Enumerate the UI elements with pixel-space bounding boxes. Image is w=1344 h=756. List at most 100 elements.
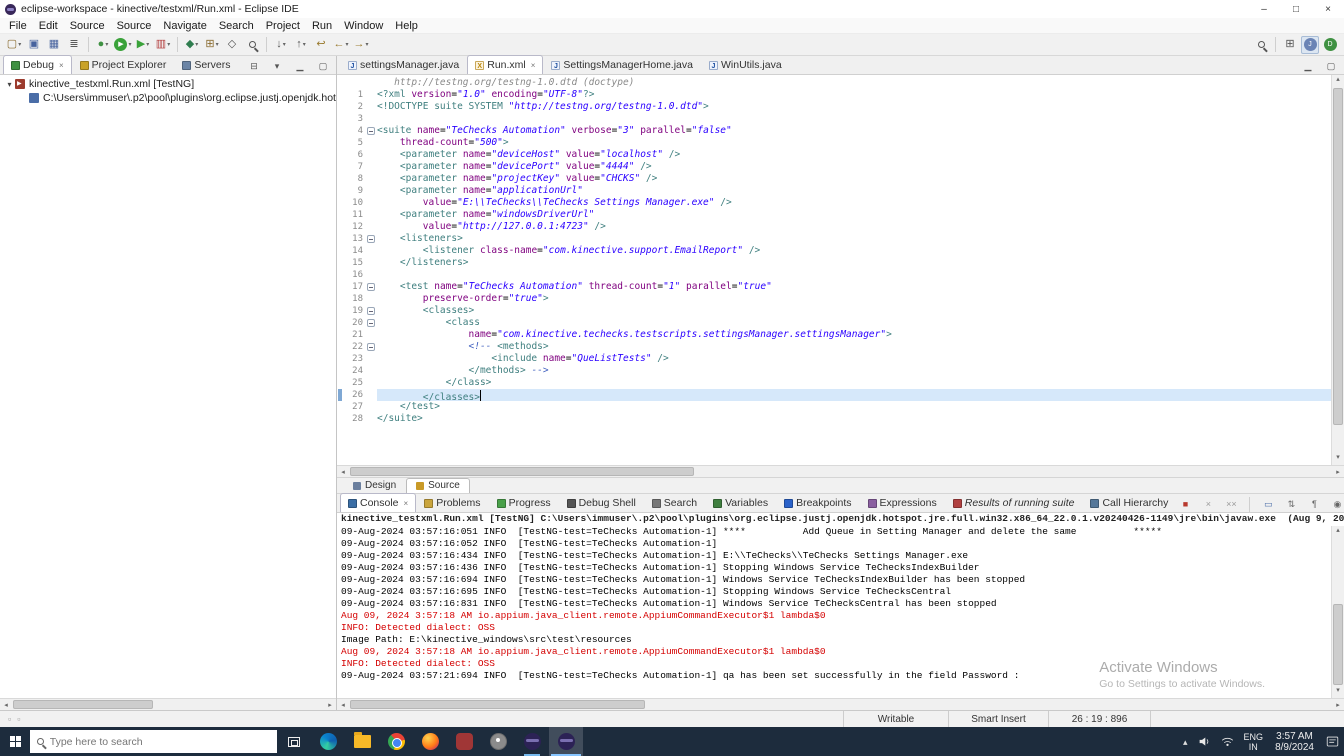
expander-icon[interactable]: ▾: [4, 80, 15, 89]
console-view[interactable]: 09-Aug-2024 03:57:16:051 INFO [TestNG-te…: [337, 526, 1344, 698]
scroll-left-icon[interactable]: ◂: [0, 701, 12, 709]
hidden-icons-button[interactable]: ▴: [1178, 727, 1193, 756]
bottom-tab-call-hierarchy[interactable]: Call Hierarchy: [1082, 493, 1176, 512]
code-line-15[interactable]: 15 </listeners>: [337, 257, 1331, 269]
last-edit-location-button[interactable]: ↩: [312, 36, 330, 54]
page-tab-source[interactable]: Source: [406, 478, 470, 493]
menu-help-9[interactable]: Help: [389, 20, 424, 32]
save-button[interactable]: ▣: [25, 36, 43, 54]
search-toolbar-button[interactable]: [1252, 36, 1270, 54]
new-java-class-button[interactable]: ◆ ▾: [183, 36, 201, 54]
close-tab-icon[interactable]: ×: [404, 499, 409, 508]
menu-navigate-4[interactable]: Navigate: [157, 20, 212, 32]
minimize-view-button[interactable]: ▁: [1300, 58, 1316, 74]
code-line-21[interactable]: 21 name="com.kinective.techecks.testscri…: [337, 329, 1331, 341]
editor-hscrollbar[interactable]: ◂ ▸: [337, 465, 1344, 477]
clock[interactable]: 3:57 AM 8/9/2024: [1268, 727, 1321, 756]
scroll-right-icon[interactable]: ▸: [1332, 468, 1344, 476]
page-tab-design[interactable]: Design: [343, 478, 406, 493]
menu-edit-1[interactable]: Edit: [33, 20, 64, 32]
bottom-tab-expressions[interactable]: Expressions: [860, 493, 945, 512]
view-menu-button[interactable]: ▾: [269, 58, 285, 74]
clear-console-button[interactable]: ▭: [1260, 496, 1276, 512]
code-line-1[interactable]: 1 <?xml version="1.0" encoding="UTF-8"?>: [337, 89, 1331, 101]
external-tools-button[interactable]: ▶ ▾: [134, 36, 152, 54]
network-button[interactable]: [1216, 727, 1239, 756]
code-line-23[interactable]: 23 <include name="QueListTests" />: [337, 353, 1331, 365]
bottom-tab-debug-shell[interactable]: Debug Shell: [559, 493, 644, 512]
firefox-app[interactable]: [413, 727, 447, 756]
eclipse-ide-app[interactable]: [549, 727, 583, 756]
code-line-28[interactable]: 28 </suite>: [337, 413, 1331, 425]
editor-tab-settingsmanagerhome-java[interactable]: J SettingsManagerHome.java: [543, 55, 701, 74]
debug-button[interactable]: ● ▾: [94, 36, 112, 54]
code-line-6[interactable]: 6 <parameter name="deviceHost" value="lo…: [337, 149, 1331, 161]
close-tab-icon[interactable]: ×: [531, 61, 536, 70]
minimize-view-button[interactable]: ▁: [292, 58, 308, 74]
code-line-27[interactable]: 27 </test>: [337, 401, 1331, 413]
code-line-25[interactable]: 25 </class>: [337, 377, 1331, 389]
bottom-tab-breakpoints[interactable]: Breakpoints: [776, 493, 859, 512]
bottom-tab-problems[interactable]: Problems: [416, 493, 488, 512]
editor-tab-settingsmanager-java[interactable]: JsettingsManager.java: [340, 55, 467, 74]
editor-tab-winutils-java[interactable]: J WinUtils.java: [701, 55, 790, 74]
start-button[interactable]: [0, 727, 30, 756]
open-type-button[interactable]: ◇: [223, 36, 241, 54]
menu-project-6[interactable]: Project: [260, 20, 306, 32]
view-tab-project-explorer[interactable]: Project Explorer: [72, 55, 175, 74]
minimize-window-button[interactable]: –: [1248, 0, 1280, 18]
gimp-app[interactable]: [481, 727, 515, 756]
scroll-right-icon[interactable]: ▸: [1332, 701, 1344, 709]
code-line-3[interactable]: 3: [337, 113, 1331, 125]
scroll-left-icon[interactable]: ◂: [337, 468, 349, 476]
editor-tab-run-xml[interactable]: X Run.xml ×: [467, 55, 544, 74]
scroll-lock-button[interactable]: ⇅: [1283, 496, 1299, 512]
open-perspective-button[interactable]: ⊞: [1281, 36, 1299, 54]
run-button[interactable]: ▶ ▾: [114, 36, 132, 54]
bottom-tab-search[interactable]: Search: [644, 493, 705, 512]
menu-file-0[interactable]: File: [3, 20, 33, 32]
code-line-4[interactable]: 4 <suite name="TeChecks Automation" verbo…: [337, 125, 1331, 137]
fold-collapse-icon[interactable]: [367, 127, 375, 135]
code-line-16[interactable]: 16: [337, 269, 1331, 281]
code-line-18[interactable]: 18 preserve-order="true">: [337, 293, 1331, 305]
forward-button[interactable]: → ▾: [352, 36, 370, 54]
code-line-17[interactable]: 17 <test name="TeChecks Automation" thre…: [337, 281, 1331, 293]
fold-collapse-icon[interactable]: [367, 307, 375, 315]
code-line-13[interactable]: 13 <listeners>: [337, 233, 1331, 245]
remove-all-launches-button[interactable]: ××: [1223, 496, 1239, 512]
scroll-down-icon[interactable]: ▾: [1332, 686, 1344, 698]
print-button[interactable]: ≣: [65, 36, 83, 54]
tree-item-1[interactable]: C:\Users\immuser\.p2\pool\plugins\org.ec…: [0, 91, 336, 105]
bottom-tab-variables[interactable]: Variables: [705, 493, 776, 512]
menu-source-3[interactable]: Source: [111, 20, 158, 32]
maximize-window-button[interactable]: □: [1280, 0, 1312, 18]
code-line-20[interactable]: 20 <class: [337, 317, 1331, 329]
language-indicator[interactable]: ENG IN: [1239, 727, 1269, 756]
scroll-right-icon[interactable]: ▸: [324, 701, 336, 709]
menu-search-5[interactable]: Search: [213, 20, 260, 32]
new-package-button[interactable]: ⊞ ▾: [203, 36, 221, 54]
console-hscrollbar[interactable]: ◂ ▸: [337, 698, 1344, 710]
editor-vscrollbar[interactable]: ▴ ▾: [1331, 75, 1344, 465]
code-line-10[interactable]: 10 value="E:\\TeChecks\\TeChecks Setting…: [337, 197, 1331, 209]
fold-collapse-icon[interactable]: [367, 283, 375, 291]
menu-run-7[interactable]: Run: [306, 20, 338, 32]
fold-collapse-icon[interactable]: [367, 319, 375, 327]
fold-collapse-icon[interactable]: [367, 343, 375, 351]
view-tab-debug[interactable]: Debug ×: [3, 55, 72, 74]
red-app[interactable]: [447, 727, 481, 756]
taskbar-search[interactable]: [30, 730, 277, 753]
scroll-left-icon[interactable]: ◂: [337, 701, 349, 709]
view-tab-servers[interactable]: Servers: [174, 55, 238, 74]
volume-button[interactable]: [1193, 727, 1216, 756]
pin-console-button[interactable]: ◉: [1329, 496, 1344, 512]
menu-window-8[interactable]: Window: [338, 20, 389, 32]
prev-annotation-button[interactable]: ↑ ▾: [292, 36, 310, 54]
file-explorer-app[interactable]: [345, 727, 379, 756]
save-all-button[interactable]: ▦: [45, 36, 63, 54]
close-tab-icon[interactable]: ×: [59, 61, 64, 70]
code-line-24[interactable]: 24 </methods> -->: [337, 365, 1331, 377]
word-wrap-button[interactable]: ¶: [1306, 496, 1322, 512]
scroll-down-icon[interactable]: ▾: [1332, 453, 1344, 465]
